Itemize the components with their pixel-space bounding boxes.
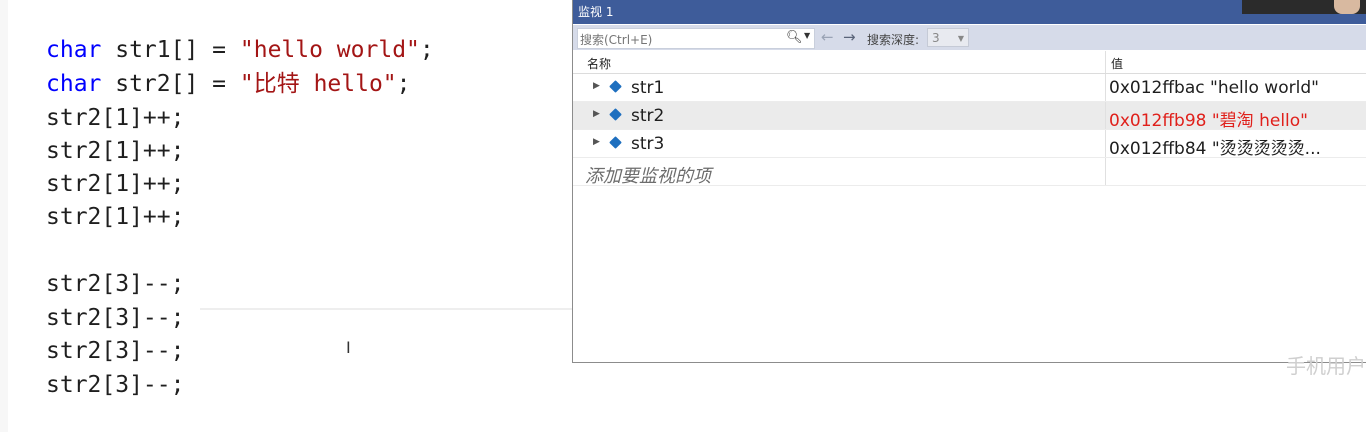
search-depth-value: 3: [932, 31, 940, 45]
add-watch-placeholder[interactable]: 添加要监视的项: [585, 162, 711, 188]
code-line-4[interactable]: str2[1]++;: [46, 135, 184, 167]
watermark-text: 手机用户: [1286, 354, 1366, 378]
watch-row-value[interactable]: 0x012ffbac "hello world": [1109, 78, 1365, 98]
watch-row-name[interactable]: str2: [631, 106, 664, 126]
watch-row-value[interactable]: 0x012ffb84 "烫烫烫烫烫...: [1109, 134, 1365, 159]
code-line-10[interactable]: str2[3]--;: [46, 369, 184, 401]
chevron-down-icon[interactable]: ▼: [804, 31, 810, 40]
column-divider: [1105, 102, 1106, 129]
search-depth-select[interactable]: 3 ▼: [927, 28, 969, 47]
code-text: str1[] =: [101, 37, 240, 63]
chevron-down-icon: ▼: [957, 34, 964, 43]
code-line-2[interactable]: char str2[] = "比特 hello";: [46, 68, 411, 100]
webcam-overlay: [1242, 0, 1366, 14]
search-depth-label: 搜索深度:: [867, 33, 920, 47]
column-divider: [1105, 158, 1106, 185]
code-line-8[interactable]: str2[3]--;: [46, 302, 184, 334]
watch-toolbar: 🔍︎ ▼ ← → 搜索深度: 3 ▼: [573, 25, 1366, 50]
back-arrow-icon[interactable]: ←: [821, 28, 834, 46]
watch-window[interactable]: 监视 1 🔍︎ ▼ ← → 搜索深度: 3 ▼ 名称 值 ▶ str1 0x01…: [572, 0, 1366, 363]
expand-arrow-icon[interactable]: ▶: [593, 137, 600, 147]
column-divider[interactable]: [1105, 51, 1106, 73]
variable-icon: [609, 80, 622, 93]
watch-row[interactable]: ▶ str2 0x012ffb98 "碧淘 hello": [573, 102, 1366, 131]
webcam-face: [1334, 0, 1360, 14]
add-watch-row[interactable]: 添加要监视的项: [573, 158, 1366, 188]
watch-row[interactable]: ▶ str3 0x012ffb84 "烫烫烫烫烫...: [573, 130, 1366, 159]
column-divider: [1105, 74, 1106, 101]
watch-row-value[interactable]: 0x012ffb98 "碧淘 hello": [1109, 106, 1365, 131]
code-line-9[interactable]: str2[3]--;: [46, 335, 184, 367]
keyword: char: [46, 37, 102, 63]
search-icon[interactable]: 🔍︎: [786, 30, 803, 45]
expand-arrow-icon[interactable]: ▶: [593, 109, 600, 119]
code-text: ;: [419, 37, 434, 63]
code-line-7[interactable]: str2[3]--;: [46, 268, 184, 300]
search-box[interactable]: 🔍︎ ▼: [577, 28, 815, 49]
current-line-highlight: [200, 308, 572, 310]
code-line-3[interactable]: str2[1]++;: [46, 102, 184, 134]
text-cursor-icon: I: [346, 338, 351, 357]
watch-row-name[interactable]: str1: [631, 78, 664, 98]
watch-grid-header: 名称 值: [573, 51, 1366, 74]
code-line-6[interactable]: str2[1]++;: [46, 201, 184, 233]
variable-icon: [609, 108, 622, 121]
watch-row-name[interactable]: str3: [631, 134, 664, 154]
expand-arrow-icon[interactable]: ▶: [593, 81, 600, 91]
column-header-value[interactable]: 值: [1111, 55, 1123, 72]
string-literal: "hello world": [239, 37, 420, 63]
forward-arrow-icon[interactable]: →: [843, 28, 856, 46]
keyword: char: [46, 71, 102, 97]
code-text: ;: [396, 71, 411, 97]
code-line-5[interactable]: str2[1]++;: [46, 168, 184, 200]
variable-icon: [609, 136, 622, 149]
watch-row[interactable]: ▶ str1 0x012ffbac "hello world": [573, 74, 1366, 102]
code-text: str2[] =: [101, 71, 240, 97]
string-literal: "比特 hello": [239, 71, 397, 97]
code-editor[interactable]: char str1[] = "hello world"; char str2[]…: [0, 0, 572, 432]
column-header-name[interactable]: 名称: [587, 55, 611, 72]
code-line-1[interactable]: char str1[] = "hello world";: [46, 34, 434, 66]
editor-gutter: [0, 0, 8, 432]
search-input[interactable]: [578, 31, 770, 49]
column-divider: [1105, 130, 1106, 157]
